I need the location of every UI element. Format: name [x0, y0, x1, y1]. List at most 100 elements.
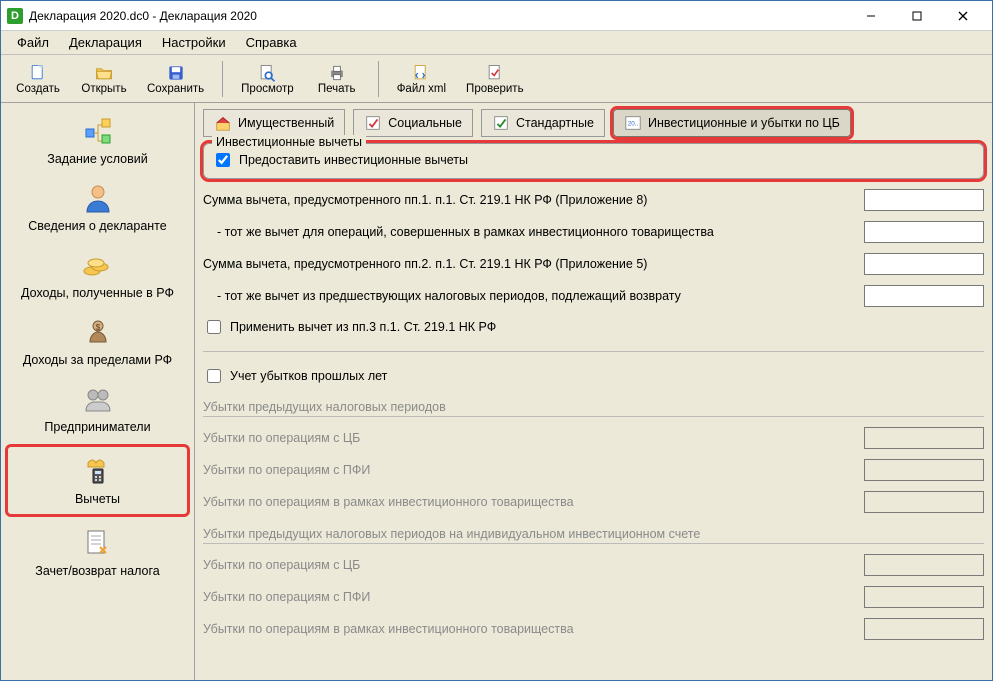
- row-losses-pfi: Убытки по операциям с ПФИ: [203, 459, 984, 481]
- tb-open-label: Открыть: [81, 83, 126, 95]
- label-iis-losses-pfi: Убытки по операциям с ПФИ: [203, 590, 854, 604]
- window-title: Декларация 2020.dc0 - Декларация 2020: [29, 9, 848, 23]
- tb-save-label: Сохранить: [147, 83, 204, 95]
- apply-pp3-checkbox[interactable]: [207, 320, 221, 334]
- sidebar-income-rf-label: Доходы, полученные в РФ: [21, 286, 174, 300]
- input-sum-pp1[interactable]: [864, 189, 984, 211]
- input-sum-pp1-sub[interactable]: [864, 221, 984, 243]
- sidebar: Задание условий Сведения о декларанте До…: [1, 103, 195, 680]
- minimize-button[interactable]: [848, 1, 894, 31]
- income-abroad-icon: $: [80, 314, 116, 350]
- close-button[interactable]: [940, 1, 986, 31]
- offset-refund-icon: [80, 525, 116, 561]
- tab-investment-label: Инвестиционные и убытки по ЦБ: [648, 116, 840, 130]
- apply-pp3-row[interactable]: Применить вычет из пп.3 п.1. Ст. 219.1 Н…: [203, 317, 984, 337]
- tb-open[interactable]: Открыть: [75, 61, 133, 97]
- tab-property-label: Имущественный: [238, 116, 334, 130]
- svg-text:20..: 20..: [628, 121, 639, 128]
- label-iis-losses-partnership: Убытки по операциям в рамках инвестицион…: [203, 622, 854, 636]
- input-sum-pp2[interactable]: [864, 253, 984, 275]
- entrepreneurs-icon: [80, 381, 116, 417]
- tb-print[interactable]: Печать: [308, 61, 366, 97]
- sidebar-offset-refund-label: Зачет/возврат налога: [35, 564, 159, 578]
- losses-iis-header: Убытки предыдущих налоговых периодов на …: [203, 527, 984, 544]
- social-icon: [364, 114, 382, 132]
- sidebar-deductions-label: Вычеты: [75, 492, 120, 506]
- input-losses-pfi: [864, 459, 984, 481]
- house-icon: [214, 114, 232, 132]
- row-sum-pp1-sub: - тот же вычет для операций, совершенных…: [203, 221, 984, 243]
- input-iis-losses-cb: [864, 554, 984, 576]
- apply-pp3-label: Применить вычет из пп.3 п.1. Ст. 219.1 Н…: [230, 320, 496, 334]
- check-file-icon: [485, 63, 505, 83]
- form-area: Сумма вычета, предусмотренного пп.1. п.1…: [195, 185, 992, 680]
- declarant-icon: [80, 180, 116, 216]
- minimize-icon: [866, 11, 876, 21]
- tb-preview-label: Просмотр: [241, 83, 294, 95]
- row-iis-losses-cb: Убытки по операциям с ЦБ: [203, 554, 984, 576]
- input-sum-pp2-sub[interactable]: [864, 285, 984, 307]
- label-losses-pfi: Убытки по операциям с ПФИ: [203, 463, 854, 477]
- menu-file[interactable]: Файл: [9, 33, 57, 52]
- app-icon: D: [7, 8, 23, 24]
- account-losses-checkbox[interactable]: [207, 369, 221, 383]
- tb-create[interactable]: Создать: [9, 61, 67, 97]
- sidebar-item-income-abroad[interactable]: $ Доходы за пределами РФ: [1, 308, 194, 375]
- app-window: D Декларация 2020.dc0 - Декларация 2020 …: [0, 0, 993, 681]
- tab-social-label: Социальные: [388, 116, 462, 130]
- menu-declaration[interactable]: Декларация: [61, 33, 150, 52]
- sidebar-item-conditions[interactable]: Задание условий: [1, 107, 194, 174]
- tab-social[interactable]: Социальные: [353, 109, 473, 137]
- tb-check-label: Проверить: [466, 83, 524, 95]
- sidebar-item-income-rf[interactable]: Доходы, полученные в РФ: [1, 241, 194, 308]
- sidebar-conditions-label: Задание условий: [47, 152, 147, 166]
- row-sum-pp2: Сумма вычета, предусмотренного пп.2. п.1…: [203, 253, 984, 275]
- provide-invest-checkbox-row[interactable]: Предоставить инвестиционные вычеты: [212, 150, 975, 170]
- maximize-icon: [912, 11, 922, 21]
- tab-investment[interactable]: 20.. Инвестиционные и убытки по ЦБ: [613, 109, 851, 137]
- sidebar-item-declarant[interactable]: Сведения о декларанте: [1, 174, 194, 241]
- close-icon: [958, 11, 968, 21]
- input-losses-cb: [864, 427, 984, 449]
- open-folder-icon: [94, 63, 114, 83]
- input-iis-losses-pfi: [864, 586, 984, 608]
- investment-group-title: Инвестиционные вычеты: [212, 135, 366, 149]
- tb-save[interactable]: Сохранить: [141, 61, 210, 97]
- label-losses-partnership: Убытки по операциям в рамках инвестицион…: [203, 495, 854, 509]
- window-controls: [848, 1, 986, 31]
- print-icon: [327, 63, 347, 83]
- tab-property[interactable]: Имущественный: [203, 109, 345, 137]
- deductions-icon: [80, 453, 116, 489]
- sidebar-item-offset-refund[interactable]: Зачет/возврат налога: [1, 519, 194, 586]
- tab-standard-label: Стандартные: [516, 116, 594, 130]
- row-iis-losses-pfi: Убытки по операциям с ПФИ: [203, 586, 984, 608]
- conditions-icon: [80, 113, 116, 149]
- menu-settings[interactable]: Настройки: [154, 33, 234, 52]
- tb-check[interactable]: Проверить: [460, 61, 530, 97]
- tb-create-label: Создать: [16, 83, 60, 95]
- label-sum-pp2: Сумма вычета, предусмотренного пп.2. п.1…: [203, 257, 854, 271]
- sidebar-item-entrepreneurs[interactable]: Предприниматели: [1, 375, 194, 442]
- menubar: Файл Декларация Настройки Справка: [1, 31, 992, 55]
- maximize-button[interactable]: [894, 1, 940, 31]
- xml-file-icon: [411, 63, 431, 83]
- tb-print-label: Печать: [318, 83, 356, 95]
- new-file-icon: [28, 63, 48, 83]
- label-sum-pp2-sub: - тот же вычет из предшествующих налогов…: [203, 289, 854, 303]
- losses-prev-header: Убытки предыдущих налоговых периодов: [203, 400, 984, 417]
- menu-help[interactable]: Справка: [238, 33, 305, 52]
- investment-icon: 20..: [624, 114, 642, 132]
- tb-file-xml[interactable]: Файл xml: [391, 61, 452, 97]
- account-losses-row[interactable]: Учет убытков прошлых лет: [203, 366, 984, 386]
- label-losses-cb: Убытки по операциям с ЦБ: [203, 431, 854, 445]
- tab-standard[interactable]: Стандартные: [481, 109, 605, 137]
- sidebar-entrepreneurs-label: Предприниматели: [44, 420, 150, 434]
- tb-preview[interactable]: Просмотр: [235, 61, 300, 97]
- toolbar: Создать Открыть Сохранить Просмотр Печат…: [1, 55, 992, 103]
- input-losses-partnership: [864, 491, 984, 513]
- provide-invest-checkbox[interactable]: [216, 153, 230, 167]
- body-area: Задание условий Сведения о декларанте До…: [1, 103, 992, 680]
- sidebar-item-deductions[interactable]: Вычеты: [5, 444, 190, 517]
- row-iis-losses-partnership: Убытки по операциям в рамках инвестицион…: [203, 618, 984, 640]
- row-sum-pp1: Сумма вычета, предусмотренного пп.1. п.1…: [203, 189, 984, 211]
